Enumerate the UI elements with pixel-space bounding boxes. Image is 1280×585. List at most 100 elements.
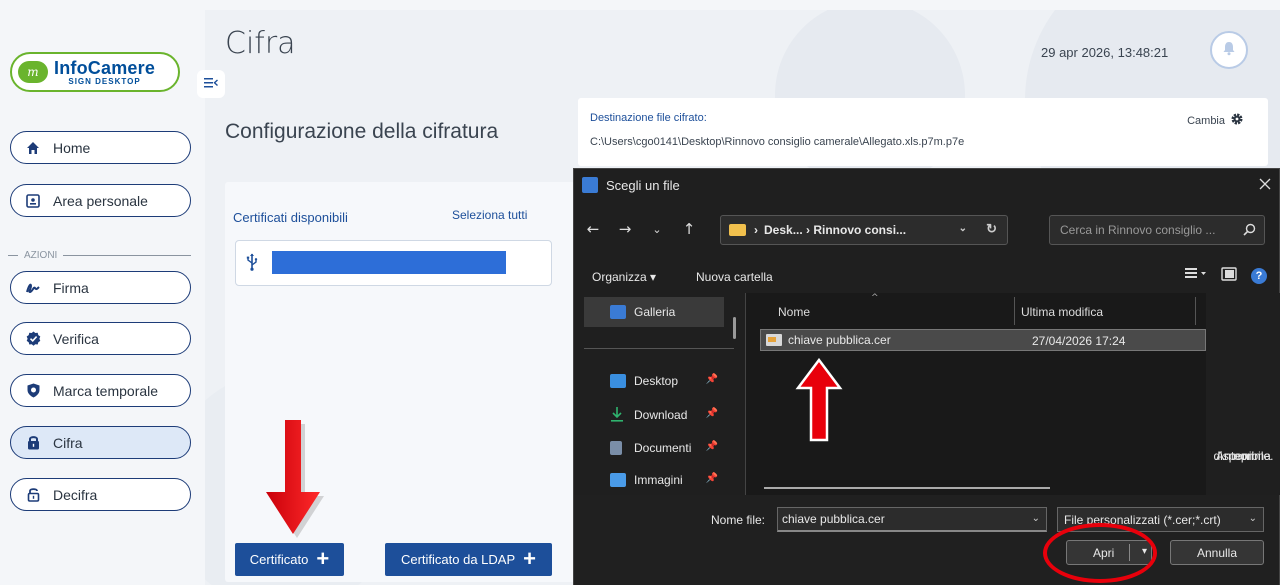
preview-message: disponibile. bbox=[1213, 449, 1274, 463]
up-button[interactable]: ↑ bbox=[676, 220, 702, 238]
address-dropdown-icon[interactable]: ⌄ bbox=[959, 223, 967, 234]
nav-item-documenti[interactable]: Documenti 📌 bbox=[584, 433, 724, 463]
search-input[interactable]: Cerca in Rinnovo consiglio ... bbox=[1049, 215, 1265, 245]
dialog-title: Scegli un file bbox=[606, 177, 680, 193]
new-folder-button[interactable]: Nuova cartella bbox=[696, 270, 773, 284]
plus-icon: + bbox=[523, 545, 537, 571]
logo-mark: m bbox=[18, 61, 48, 83]
address-bar[interactable]: › Desk... › Rinnovo consi... ⌄ ↻ bbox=[720, 215, 1008, 245]
collapse-menu-icon bbox=[204, 77, 218, 92]
nav-item-label: Immagini bbox=[634, 473, 683, 487]
refresh-icon[interactable]: ↻ bbox=[986, 221, 997, 237]
sort-ascending-icon: ^ bbox=[871, 293, 879, 303]
plus-icon: + bbox=[316, 545, 330, 571]
horizontal-scrollbar[interactable] bbox=[764, 487, 1050, 489]
navigation-scrollbar[interactable] bbox=[733, 317, 736, 339]
redacted-certificate-name bbox=[272, 251, 506, 274]
certificate-file-icon bbox=[766, 334, 782, 346]
address-path: Desk... › Rinnovo consi... bbox=[764, 223, 907, 237]
dialog-navbar: ← → ⌄ ↑ › Desk... › Rinnovo consi... ⌄ ↻… bbox=[574, 209, 1279, 249]
dialog-toolbar: Organizza ▾ Nuova cartella ? bbox=[574, 263, 1279, 293]
back-button[interactable]: ← bbox=[580, 220, 606, 238]
unlock-icon bbox=[25, 487, 41, 503]
home-icon bbox=[25, 140, 41, 156]
sidebar-item-label: Area personale bbox=[53, 192, 148, 209]
close-icon bbox=[1259, 178, 1271, 190]
column-header-modified[interactable]: Ultima modifica bbox=[1021, 305, 1103, 319]
column-separator[interactable] bbox=[1195, 297, 1196, 325]
notifications-button[interactable] bbox=[1210, 31, 1248, 69]
certificates-label: Certificati disponibili bbox=[233, 210, 348, 225]
sidebar: m InfoCamere SIGN DESKTOP Home Area pers… bbox=[0, 0, 205, 585]
cancel-button[interactable]: Annulla bbox=[1170, 540, 1264, 565]
documents-icon bbox=[610, 441, 622, 455]
sidebar-item-marca-temporale[interactable]: Marca temporale bbox=[10, 374, 191, 407]
pin-icon: 📌 bbox=[705, 441, 718, 452]
add-ldap-certificate-label: Certificato da LDAP bbox=[400, 552, 516, 567]
filename-input[interactable]: chiave pubblica.cer ⌄ bbox=[777, 507, 1047, 532]
search-icon bbox=[1243, 223, 1256, 239]
sidebar-item-label: Firma bbox=[53, 279, 89, 296]
sidebar-item-decifra[interactable]: Decifra bbox=[10, 478, 191, 511]
images-icon bbox=[610, 473, 626, 487]
nav-divider bbox=[584, 348, 734, 349]
preview-pane: Anteprima non disponibile. bbox=[1206, 293, 1280, 495]
destination-label: Destinazione file cifrato: bbox=[590, 112, 707, 124]
dialog-close-button[interactable] bbox=[1259, 175, 1271, 194]
recent-locations-button[interactable]: ⌄ bbox=[644, 223, 670, 236]
certificate-item[interactable] bbox=[235, 240, 552, 286]
nav-item-galleria[interactable]: Galleria bbox=[584, 297, 724, 327]
nav-item-download[interactable]: Download 📌 bbox=[584, 400, 724, 430]
pin-icon: 📌 bbox=[705, 374, 718, 385]
file-name: chiave pubblica.cer bbox=[788, 333, 891, 347]
sidebar-collapse-button[interactable] bbox=[197, 70, 225, 98]
file-chooser-dialog: Scegli un file ← → ⌄ ↑ › Desk... › Rinno… bbox=[573, 168, 1280, 585]
shield-icon bbox=[25, 383, 41, 399]
chevron-down-icon[interactable]: ⌄ bbox=[1032, 513, 1040, 524]
sidebar-item-area-personale[interactable]: Area personale bbox=[10, 184, 191, 217]
sidebar-item-cifra[interactable]: Cifra bbox=[10, 426, 191, 459]
sidebar-item-label: Verifica bbox=[53, 330, 99, 347]
app-icon bbox=[582, 177, 598, 193]
change-label: Cambia bbox=[1187, 114, 1225, 127]
sidebar-item-label: Marca temporale bbox=[53, 382, 159, 399]
search-placeholder: Cerca in Rinnovo consiglio ... bbox=[1060, 223, 1216, 237]
logo-subtitle: SIGN DESKTOP bbox=[68, 76, 141, 86]
column-header-name[interactable]: Nome bbox=[778, 305, 810, 319]
lock-icon bbox=[25, 435, 41, 451]
forward-button[interactable]: → bbox=[612, 220, 638, 238]
add-certificate-button[interactable]: Certificato + bbox=[235, 543, 344, 576]
sidebar-item-firma[interactable]: Firma bbox=[10, 271, 191, 304]
current-datetime: 29 apr 2026, 13:48:21 bbox=[1041, 45, 1169, 60]
breadcrumb-separator-icon: › bbox=[754, 223, 758, 237]
column-separator[interactable] bbox=[1014, 297, 1015, 325]
pin-icon: 📌 bbox=[705, 408, 718, 419]
select-all-link[interactable]: Seleziona tutti bbox=[452, 208, 527, 222]
section-subtitle: Configurazione della cifratura bbox=[225, 120, 499, 143]
nav-item-desktop[interactable]: Desktop 📌 bbox=[584, 366, 724, 396]
pin-icon: 📌 bbox=[705, 473, 718, 484]
preview-pane-icon[interactable] bbox=[1221, 267, 1237, 284]
sidebar-item-label: Home bbox=[53, 139, 91, 156]
sidebar-item-label: Cifra bbox=[53, 434, 83, 451]
nav-item-immagini[interactable]: Immagini 📌 bbox=[584, 465, 724, 495]
nav-item-label: Galleria bbox=[634, 305, 676, 319]
file-modified: 27/04/2026 17:24 bbox=[1032, 334, 1126, 348]
filename-label: Nome file: bbox=[711, 513, 766, 527]
destination-path: C:\Users\cgo0141\Desktop\Rinnovo consigl… bbox=[590, 136, 965, 148]
help-icon[interactable]: ? bbox=[1251, 267, 1267, 284]
sidebar-item-label: Decifra bbox=[53, 486, 98, 503]
add-ldap-certificate-button[interactable]: Certificato da LDAP + bbox=[385, 543, 552, 576]
annotation-arrow-up bbox=[795, 358, 843, 442]
view-options-icon[interactable] bbox=[1185, 267, 1207, 284]
app-logo: m InfoCamere SIGN DESKTOP bbox=[10, 52, 180, 92]
navigation-pane: Galleria Desktop 📌 Download 📌 Documenti … bbox=[574, 293, 744, 495]
sidebar-item-home[interactable]: Home bbox=[10, 131, 191, 164]
change-destination-button[interactable]: Cambia bbox=[1187, 112, 1244, 129]
organize-menu[interactable]: Organizza ▾ bbox=[592, 270, 656, 284]
dialog-footer: Nome file: chiave pubblica.cer ⌄ File pe… bbox=[574, 495, 1279, 585]
sidebar-item-verifica[interactable]: Verifica bbox=[10, 322, 191, 355]
chevron-down-icon: ⌄ bbox=[1248, 513, 1257, 524]
filename-value: chiave pubblica.cer bbox=[782, 512, 885, 526]
file-row[interactable]: chiave pubblica.cer 27/04/2026 17:24 bbox=[760, 329, 1206, 351]
